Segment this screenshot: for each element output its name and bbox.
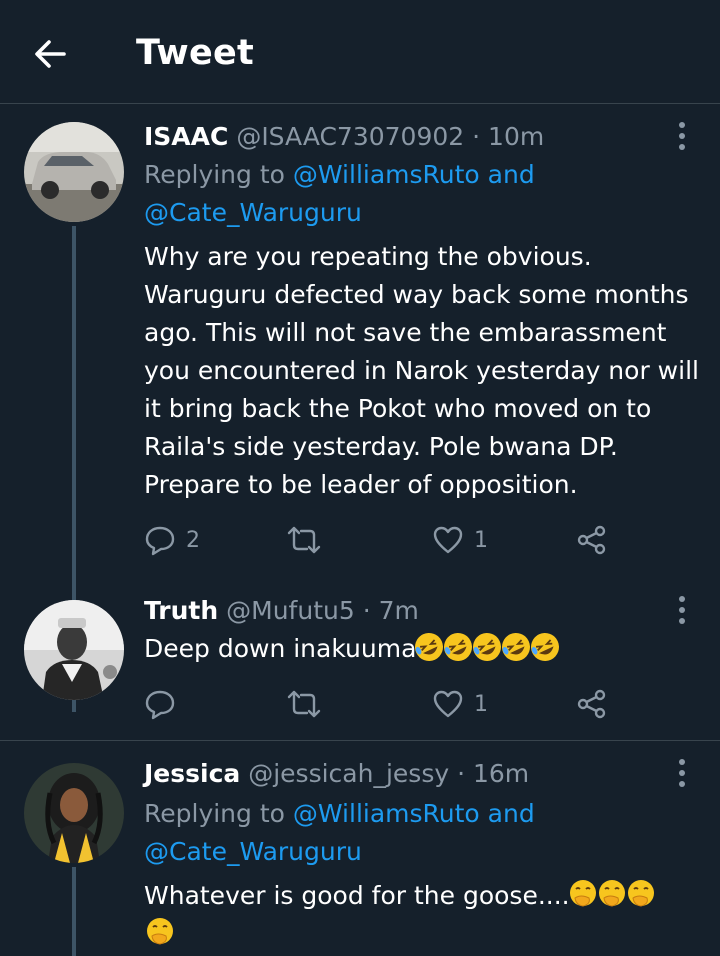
arrow-left-icon [35,40,66,68]
tweet-actions: 2 1 [144,520,624,560]
tweet-header: ISAAC @ISAAC73070902 · 10m [144,118,544,156]
like-count: 1 [474,527,488,553]
more-vertical-icon [679,122,685,150]
replying-prefix: Replying to [144,799,293,828]
face-with-hand-over-mouth-emoji-icon [147,918,173,945]
separator: · [457,759,466,788]
tweet-header: Jessica @jessicah_jessy · 16m [144,755,529,793]
separator: · [472,122,481,151]
display-name[interactable]: ISAAC [144,122,228,151]
mention-link[interactable]: @WilliamsRuto [293,799,480,828]
emoji-group [569,878,657,910]
tweet-text: Whatever is good for the goose.... [144,877,709,953]
like-button[interactable]: 1 [432,520,488,560]
reply-count: 2 [186,527,200,553]
tweet-text-content: Whatever is good for the goose.... [144,881,570,910]
face-with-hand-over-mouth-emoji-icon [598,880,625,907]
retweet-icon [287,690,321,718]
mention-link[interactable]: @Cate_Waruguru [144,837,362,866]
face-with-hand-over-mouth-emoji-icon [569,880,596,907]
tweet-text: Deep down inakuuma [144,630,709,668]
tweet-reply[interactable]: Truth @Mufutu5 · 7m Deep down inakuuma 1 [0,580,720,740]
tweet-header: Truth @Mufutu5 · 7m [144,592,419,630]
heart-icon [433,690,463,718]
page-title: Tweet [136,33,255,73]
replying-and: and [479,799,535,828]
user-handle[interactable]: @jessicah_jessy [248,759,449,788]
avatar-image [24,600,124,700]
user-handle[interactable]: @ISAAC73070902 [236,122,464,151]
timestamp[interactable]: 10m [488,122,544,151]
reply-icon [145,690,175,720]
reply-button[interactable] [144,684,186,724]
rolling-on-floor-laughing-emoji-icon [415,633,444,661]
back-button[interactable] [30,34,70,74]
emoji-group [144,916,176,948]
tweet-text: Why are you repeating the obvious. Warug… [144,242,699,499]
timestamp[interactable]: 16m [473,759,529,788]
tweet-reply[interactable]: Jessica @jessicah_jessy · 16m Replying t… [0,741,720,956]
mention-link[interactable]: @WilliamsRuto [293,160,480,189]
display-name[interactable]: Jessica [144,759,240,788]
more-vertical-icon [679,596,685,624]
replying-and: and [479,160,535,189]
display-name[interactable]: Truth [144,596,218,625]
more-options-button[interactable] [664,755,700,791]
avatar[interactable] [24,600,124,700]
avatar[interactable] [24,763,124,863]
share-icon [577,689,606,719]
replying-to: Replying to @WilliamsRuto and @Cate_Waru… [144,795,704,871]
like-count: 1 [474,691,488,717]
reply-icon [145,526,175,556]
share-button[interactable] [576,520,608,560]
avatar[interactable] [24,122,124,222]
reply-button[interactable]: 2 [144,520,200,560]
retweet-icon [287,526,321,554]
rolling-on-floor-laughing-emoji-icon [473,633,502,661]
replying-to: Replying to @WilliamsRuto and @Cate_Waru… [144,156,704,232]
rolling-on-floor-laughing-emoji-icon [444,633,473,661]
heart-icon [433,526,463,554]
emoji-group [415,631,561,663]
more-options-button[interactable] [664,118,700,154]
like-button[interactable]: 1 [432,684,488,724]
tweet-text-content: Deep down inakuuma [144,634,417,663]
separator: · [362,596,371,625]
tweet-actions: 1 [144,684,624,724]
share-icon [577,525,606,555]
rolling-on-floor-laughing-emoji-icon [502,633,531,661]
mention-link[interactable]: @Cate_Waruguru [144,198,362,227]
thread-line [72,867,76,956]
rolling-on-floor-laughing-emoji-icon [531,633,560,661]
retweet-button[interactable] [286,684,332,724]
user-handle[interactable]: @Mufutu5 [226,596,355,625]
retweet-button[interactable] [286,520,332,560]
replying-prefix: Replying to [144,160,293,189]
share-button[interactable] [576,684,608,724]
more-options-button[interactable] [664,592,700,628]
avatar-image [24,122,124,222]
timestamp[interactable]: 7m [379,596,419,625]
avatar-image [24,763,124,863]
face-with-hand-over-mouth-emoji-icon [627,880,654,907]
more-vertical-icon [679,759,685,787]
top-bar: Tweet [0,0,720,104]
